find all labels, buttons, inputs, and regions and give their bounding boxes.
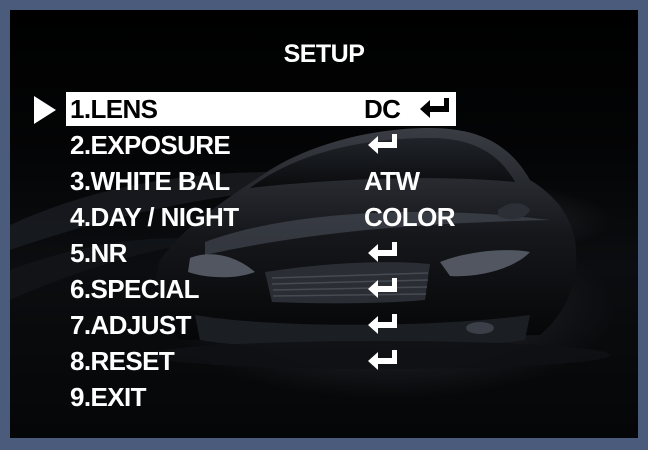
menu-item-2[interactable]: 2.EXPOSURE bbox=[66, 128, 456, 162]
osd-screen: SETUP 1.LENS DC 2.EXPOSURE 3.WHITE BAL ATW 4.… bbox=[10, 10, 638, 438]
enter-return-icon bbox=[368, 278, 397, 298]
menu-item-label: 7.ADJUST bbox=[70, 310, 192, 340]
menu-item-label: 1.LENS bbox=[70, 94, 158, 124]
menu-item-5[interactable]: 5.NR bbox=[66, 236, 456, 270]
menu-item-label: 4.DAY / NIGHT bbox=[70, 202, 239, 232]
menu-item-value: ATW bbox=[364, 166, 420, 196]
menu-item-label: 5.NR bbox=[70, 238, 127, 268]
menu-item-1[interactable]: 1.LENS DC bbox=[66, 92, 456, 126]
menu-item-label: 3.WHITE BAL bbox=[70, 166, 230, 196]
menu-item-8[interactable]: 8.RESET bbox=[66, 344, 456, 378]
enter-return-icon bbox=[368, 134, 397, 154]
menu-item-label: 8.RESET bbox=[70, 346, 175, 376]
enter-return-icon bbox=[368, 350, 397, 370]
enter-return-icon bbox=[368, 314, 397, 334]
menu-item-label: 6.SPECIAL bbox=[70, 274, 200, 304]
enter-return-icon bbox=[368, 242, 397, 262]
menu-item-6[interactable]: 6.SPECIAL bbox=[66, 272, 456, 306]
menu-item-label: 9.EXIT bbox=[70, 382, 146, 412]
menu-item-label: 2.EXPOSURE bbox=[70, 130, 231, 160]
menu-item-4[interactable]: 4.DAY / NIGHT COLOR bbox=[66, 200, 456, 234]
enter-return-icon bbox=[420, 98, 449, 118]
triangle-right-icon bbox=[34, 96, 56, 124]
menu-item-value: DC bbox=[364, 94, 401, 124]
menu-item-value: COLOR bbox=[364, 202, 455, 232]
menu-item-3[interactable]: 3.WHITE BAL ATW bbox=[66, 164, 456, 198]
menu-item-9[interactable]: 9.EXIT bbox=[66, 380, 456, 414]
menu-title: SETUP bbox=[283, 40, 365, 68]
menu-item-7[interactable]: 7.ADJUST bbox=[66, 308, 456, 342]
